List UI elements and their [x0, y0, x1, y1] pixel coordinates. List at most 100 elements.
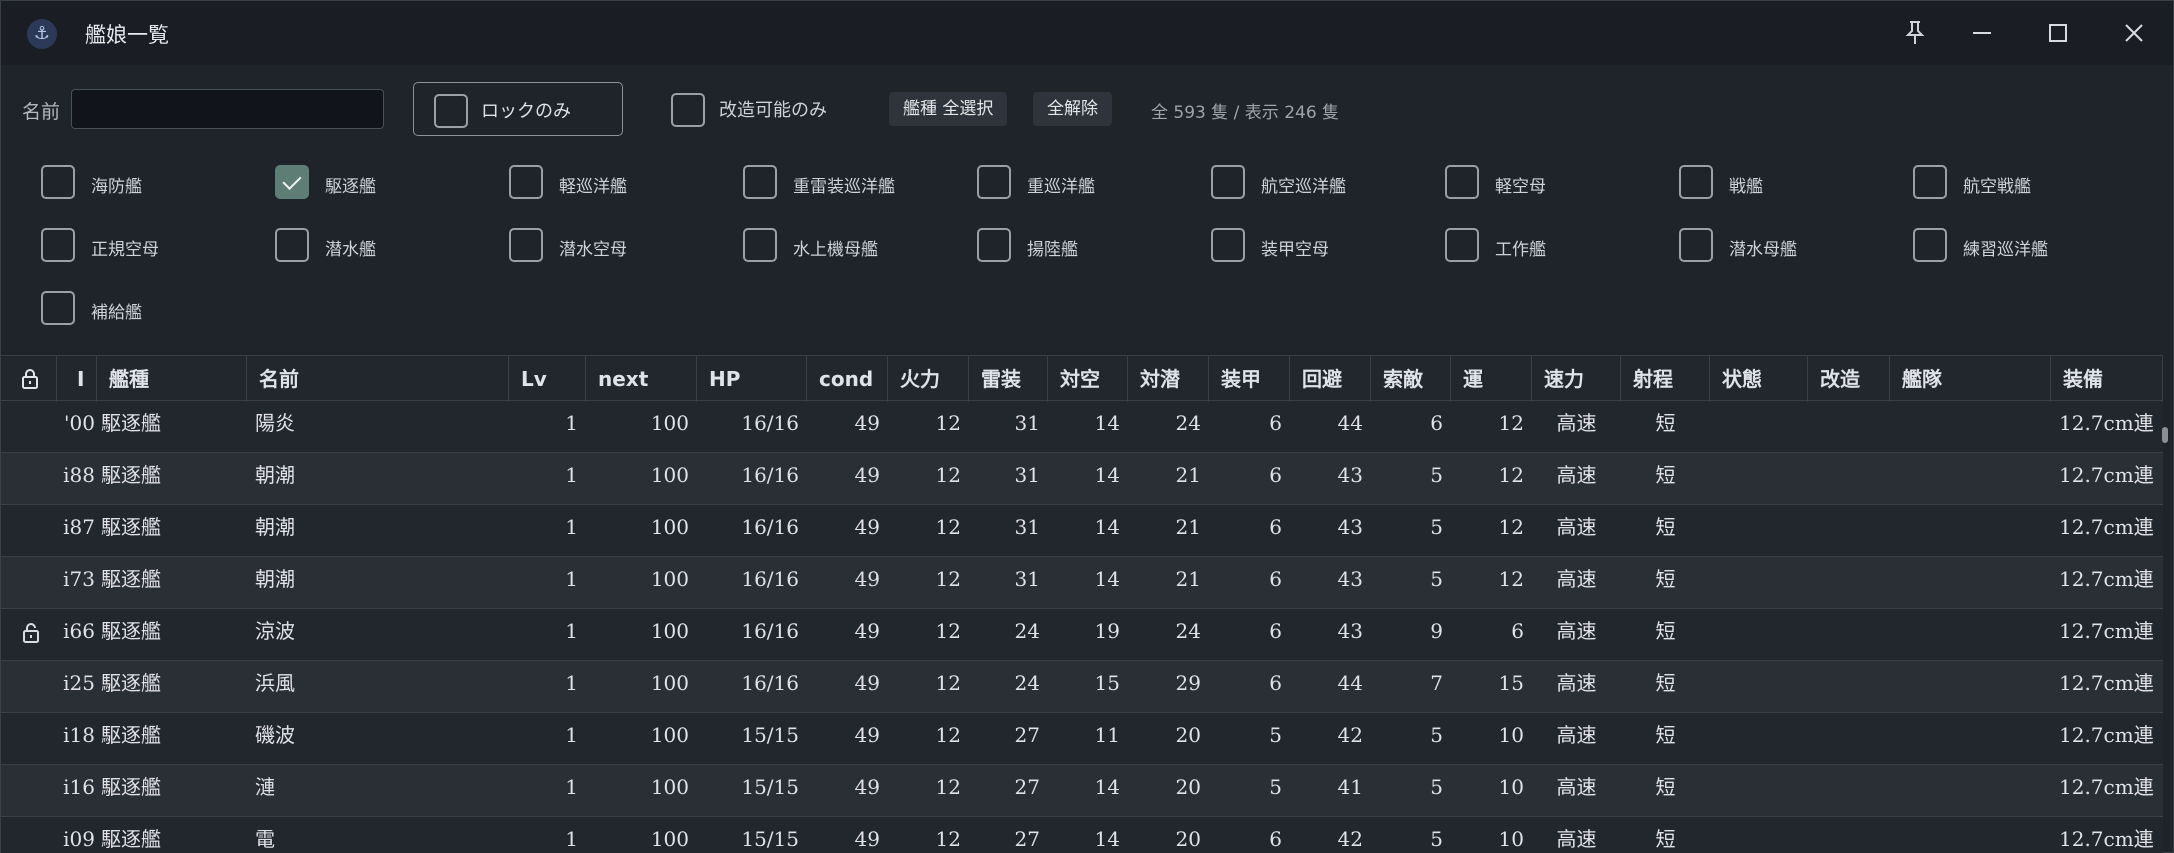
ship-type-checkbox[interactable] [1913, 165, 1947, 199]
firepower-column-header[interactable]: 火力 [888, 356, 969, 402]
id-cell: i88 [63, 463, 95, 487]
anti-sub-column-header[interactable]: 対潜 [1128, 356, 1209, 402]
table-row[interactable]: '00 駆逐艦 陽炎 1 100 16/16 49 12 31 14 24 6 44 6 12 高速 短 12.7… [1, 401, 2163, 453]
ship-type-checkbox[interactable] [509, 228, 543, 262]
ship-type-checkbox[interactable] [1445, 165, 1479, 199]
ship-type-checkbox[interactable] [275, 165, 309, 199]
cond-column-header[interactable]: cond [807, 356, 888, 402]
vertical-scrollbar[interactable] [2162, 427, 2168, 443]
evasion-column-header[interactable]: 回避 [1290, 356, 1371, 402]
speed-cell: 高速 [1556, 463, 1597, 487]
lock-only-toggle[interactable]: ロックのみ [413, 82, 623, 136]
remodel-only-checkbox[interactable] [671, 93, 705, 127]
torpedo-cell: 27 [1014, 827, 1040, 851]
armor-cell: 5 [1269, 775, 1282, 799]
select-all-types-button[interactable]: 艦種 全選択 [889, 92, 1008, 126]
type-column-header[interactable]: 艦種 [97, 356, 247, 402]
minimize-button[interactable] [1953, 9, 2011, 57]
cond-cell: 49 [854, 567, 880, 591]
los-cell: 5 [1430, 723, 1443, 747]
ship-type-checkbox[interactable] [1445, 228, 1479, 262]
lock-column-header[interactable] [1, 356, 57, 402]
ship-type-checkbox[interactable] [743, 165, 777, 199]
los-cell: 7 [1430, 671, 1443, 695]
ship-type-checkbox[interactable] [1913, 228, 1947, 262]
ship-type-label: 潜水空母 [559, 240, 627, 260]
ship-type-checkbox[interactable] [743, 228, 777, 262]
hp-cell: 16/16 [741, 671, 799, 695]
close-button[interactable] [2105, 9, 2163, 57]
fleet-column-header[interactable]: 艦隊 [1890, 356, 2051, 402]
range-column-header[interactable]: 射程 [1621, 356, 1710, 402]
speed-cell: 高速 [1556, 567, 1597, 591]
ship-type-checkbox[interactable] [41, 228, 75, 262]
armor-cell: 6 [1269, 515, 1282, 539]
table-row[interactable]: i87 駆逐艦 朝潮 1 100 16/16 49 12 31 14 21 6 43 5 12 高速 短 12.7… [1, 505, 2163, 557]
lv-column-header[interactable]: Lv [509, 356, 586, 402]
luck-cell: 6 [1511, 619, 1524, 643]
table-row[interactable]: i18 駆逐艦 磯波 1 100 15/15 49 12 27 11 20 5 42 5 10 高速 短 12.7… [1, 713, 2163, 765]
ship-type-checkbox[interactable] [1679, 228, 1713, 262]
anti-air-column-header[interactable]: 対空 [1048, 356, 1128, 402]
torpedo-cell: 24 [1014, 619, 1040, 643]
evasion-cell: 43 [1337, 515, 1363, 539]
ship-type-checkbox[interactable] [1679, 165, 1713, 199]
torpedo-column-header[interactable]: 雷装 [969, 356, 1048, 402]
anti-sub-cell: 21 [1175, 567, 1201, 591]
name-column-header[interactable]: 名前 [247, 356, 509, 402]
type-cell: 駆逐艦 [101, 567, 161, 591]
table-row[interactable]: i73 駆逐艦 朝潮 1 100 16/16 49 12 31 14 21 6 43 5 12 高速 短 12.7… [1, 557, 2163, 609]
armor-column-header[interactable]: 装甲 [1209, 356, 1290, 402]
armor-cell: 6 [1269, 567, 1282, 591]
hp-column-header[interactable]: HP [697, 356, 807, 402]
speed-cell: 高速 [1556, 411, 1597, 435]
table-row[interactable]: i09 駆逐艦 電 1 100 15/15 49 12 27 14 20 6 42 5 10 高速 短 12.7c… [1, 817, 2163, 853]
ship-type-checkbox[interactable] [977, 165, 1011, 199]
anti-sub-cell: 21 [1175, 463, 1201, 487]
lock-only-checkbox[interactable] [434, 94, 468, 128]
clear-all-types-button[interactable]: 全解除 [1033, 92, 1112, 126]
ship-type-label: 重雷装巡洋艦 [793, 177, 895, 197]
table-row[interactable]: i25 駆逐艦 浜風 1 100 16/16 49 12 24 15 29 6 44 7 15 高速 短 12.7… [1, 661, 2163, 713]
luck-column-header[interactable]: 運 [1451, 356, 1532, 402]
armor-cell: 5 [1269, 723, 1282, 747]
name-cell: 磯波 [255, 723, 295, 747]
table-row[interactable]: i88 駆逐艦 朝潮 1 100 16/16 49 12 31 14 21 6 43 5 12 高速 短 12.7… [1, 453, 2163, 505]
ship-type-checkbox[interactable] [509, 165, 543, 199]
remodel-column-header[interactable]: 改造 [1808, 356, 1890, 402]
range-cell: 短 [1655, 827, 1676, 851]
speed-column-header[interactable]: 速力 [1532, 356, 1621, 402]
lv-cell: 1 [565, 515, 578, 539]
luck-cell: 12 [1498, 411, 1524, 435]
name-search-input[interactable] [71, 89, 384, 129]
remodel-only-label: 改造可能のみ [719, 100, 827, 121]
ship-type-label: 軽巡洋艦 [559, 177, 627, 197]
ship-type-checkbox[interactable] [275, 228, 309, 262]
evasion-cell: 43 [1337, 463, 1363, 487]
hp-cell: 16/16 [741, 567, 799, 591]
los-column-header[interactable]: 索敵 [1371, 356, 1451, 402]
id-column-header[interactable]: I [57, 356, 97, 402]
equipment-column-header[interactable]: 装備 [2051, 356, 2163, 402]
next-column-header[interactable]: next [586, 356, 697, 402]
ship-type-checkbox[interactable] [977, 228, 1011, 262]
table-row[interactable]: i16 駆逐艦 漣 1 100 15/15 49 12 27 14 20 5 41 5 10 高速 短 12.7c… [1, 765, 2163, 817]
ship-type-label: 航空戦艦 [1963, 177, 2031, 197]
table-row[interactable]: i66 駆逐艦 涼波 1 100 16/16 49 12 24 19 24 6 43 9 6 高速 短 12.7c… [1, 609, 2163, 661]
fleet-cell [1890, 505, 2051, 557]
anti-sub-cell: 29 [1175, 671, 1201, 695]
pin-button[interactable] [1886, 9, 1944, 57]
ship-type-checkbox[interactable] [1211, 228, 1245, 262]
type-cell: 駆逐艦 [101, 619, 161, 643]
status-column-header[interactable]: 状態 [1710, 356, 1808, 402]
lock-icon [22, 369, 38, 389]
luck-cell: 15 [1498, 671, 1524, 695]
id-cell: i25 [63, 671, 95, 695]
anti-sub-cell: 20 [1175, 775, 1201, 799]
ship-type-checkbox[interactable] [41, 291, 75, 325]
ship-type-checkbox[interactable] [1211, 165, 1245, 199]
maximize-button[interactable] [2029, 9, 2087, 57]
remodel-cell [1808, 453, 1890, 505]
row-lock-icon[interactable] [19, 621, 43, 645]
ship-type-checkbox[interactable] [41, 165, 75, 199]
